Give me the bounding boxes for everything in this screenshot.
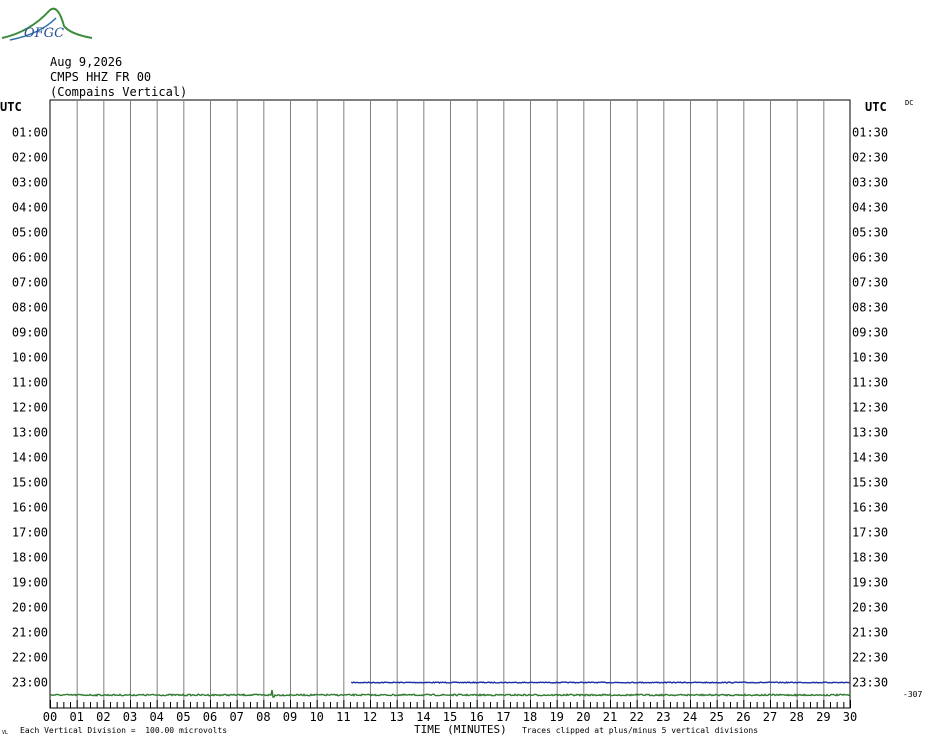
x-tick-label: 03 bbox=[123, 710, 137, 724]
x-tick-label: 26 bbox=[736, 710, 750, 724]
right-hour-label: 13:30 bbox=[852, 426, 888, 440]
left-hour-label: 21:00 bbox=[12, 626, 48, 640]
x-tick-label: 07 bbox=[229, 710, 243, 724]
left-hour-label: 09:00 bbox=[12, 326, 48, 340]
x-tick-label: 10 bbox=[309, 710, 323, 724]
right-hour-label: 07:30 bbox=[852, 276, 888, 290]
trace-2300 bbox=[350, 681, 850, 684]
x-tick-label: 19 bbox=[549, 710, 563, 724]
x-tick-label: 24 bbox=[683, 710, 697, 724]
right-hour-label: 10:30 bbox=[852, 351, 888, 365]
x-tick-label: 23 bbox=[656, 710, 670, 724]
x-tick-label: 05 bbox=[176, 710, 190, 724]
helicorder-plot: 00 01 02 03 04 05 06 07 08 09 10 11 12 13 14 15 16 17 18 19… bbox=[12, 99, 888, 724]
left-hour-label: 23:00 bbox=[12, 676, 48, 690]
left-hour-label: 10:00 bbox=[12, 351, 48, 365]
x-tick-label: 16 bbox=[469, 710, 483, 724]
left-hour-label: 20:00 bbox=[12, 601, 48, 615]
left-hour-label: 17:00 bbox=[12, 526, 48, 540]
left-hour-label: 11:00 bbox=[12, 376, 48, 390]
right-hour-label: 09:30 bbox=[852, 326, 888, 340]
left-hour-label: 08:00 bbox=[12, 301, 48, 315]
x-tick-label: 21 bbox=[603, 710, 617, 724]
left-hour-label: 02:00 bbox=[12, 151, 48, 165]
clip-note: Traces clipped at plus/minus 5 vertical … bbox=[522, 726, 759, 735]
x-tick-label: 30 bbox=[843, 710, 857, 724]
right-hour-label: 05:30 bbox=[852, 226, 888, 240]
x-tick-label: 02 bbox=[96, 710, 110, 724]
left-hour-label: 05:00 bbox=[12, 226, 48, 240]
left-hour-label: 07:00 bbox=[12, 276, 48, 290]
left-hour-label: 18:00 bbox=[12, 551, 48, 565]
left-hour-label: 06:00 bbox=[12, 251, 48, 265]
x-tick-label: 17 bbox=[496, 710, 510, 724]
left-hour-label: 14:00 bbox=[12, 451, 48, 465]
right-hour-label: 14:30 bbox=[852, 451, 888, 465]
x-tick-label: 09 bbox=[283, 710, 297, 724]
scale-note: Each Vertical Division = 100.00 microvol… bbox=[20, 726, 228, 735]
right-hour-label: 01:30 bbox=[852, 126, 888, 140]
right-hour-label: 19:30 bbox=[852, 576, 888, 590]
x-tick-label: 20 bbox=[576, 710, 590, 724]
right-hour-label: 15:30 bbox=[852, 476, 888, 490]
right-hour-label: 22:30 bbox=[852, 651, 888, 665]
right-hour-label: 08:30 bbox=[852, 301, 888, 315]
right-hour-label: 16:30 bbox=[852, 501, 888, 515]
x-tick-label: 01 bbox=[69, 710, 83, 724]
x-tick-label: 00 bbox=[43, 710, 57, 724]
right-hour-label: 02:30 bbox=[852, 151, 888, 165]
left-hour-label: 15:00 bbox=[12, 476, 48, 490]
right-hour-label: 17:30 bbox=[852, 526, 888, 540]
right-hour-label: 03:30 bbox=[852, 176, 888, 190]
x-tick-label: 29 bbox=[816, 710, 830, 724]
right-hour-label: 12:30 bbox=[852, 401, 888, 415]
right-hour-label: 23:30 bbox=[852, 676, 888, 690]
right-hour-label: 04:30 bbox=[852, 201, 888, 215]
x-tick-label: 11 bbox=[336, 710, 350, 724]
left-hour-label: 03:00 bbox=[12, 176, 48, 190]
x-tick-label: 12 bbox=[363, 710, 377, 724]
right-hour-label: 18:30 bbox=[852, 551, 888, 565]
left-hour-label: 04:00 bbox=[12, 201, 48, 215]
left-hour-label: 19:00 bbox=[12, 576, 48, 590]
x-tick-label: 04 bbox=[149, 710, 163, 724]
x-axis-title: TIME (MINUTES) bbox=[414, 723, 507, 736]
x-tick-label: 08 bbox=[256, 710, 270, 724]
right-hour-label: 11:30 bbox=[852, 376, 888, 390]
x-tick-label: 13 bbox=[389, 710, 403, 724]
left-hour-label: 16:00 bbox=[12, 501, 48, 515]
x-tick-label: 28 bbox=[789, 710, 803, 724]
x-tick-label: 06 bbox=[203, 710, 217, 724]
left-hour-label: 12:00 bbox=[12, 401, 48, 415]
corner-mark: VL bbox=[2, 730, 9, 736]
right-hour-label: 20:30 bbox=[852, 601, 888, 615]
x-tick-label: 18 bbox=[523, 710, 537, 724]
left-hour-label: 01:00 bbox=[12, 126, 48, 140]
x-tick-label: 15 bbox=[443, 710, 457, 724]
left-hour-label: 22:00 bbox=[12, 651, 48, 665]
x-tick-label: 25 bbox=[709, 710, 723, 724]
x-tick-label: 27 bbox=[763, 710, 777, 724]
x-tick-label: 22 bbox=[629, 710, 643, 724]
right-hour-label: 21:30 bbox=[852, 626, 888, 640]
left-hour-label: 13:00 bbox=[12, 426, 48, 440]
x-tick-label: 14 bbox=[416, 710, 430, 724]
right-hour-label: 06:30 bbox=[852, 251, 888, 265]
